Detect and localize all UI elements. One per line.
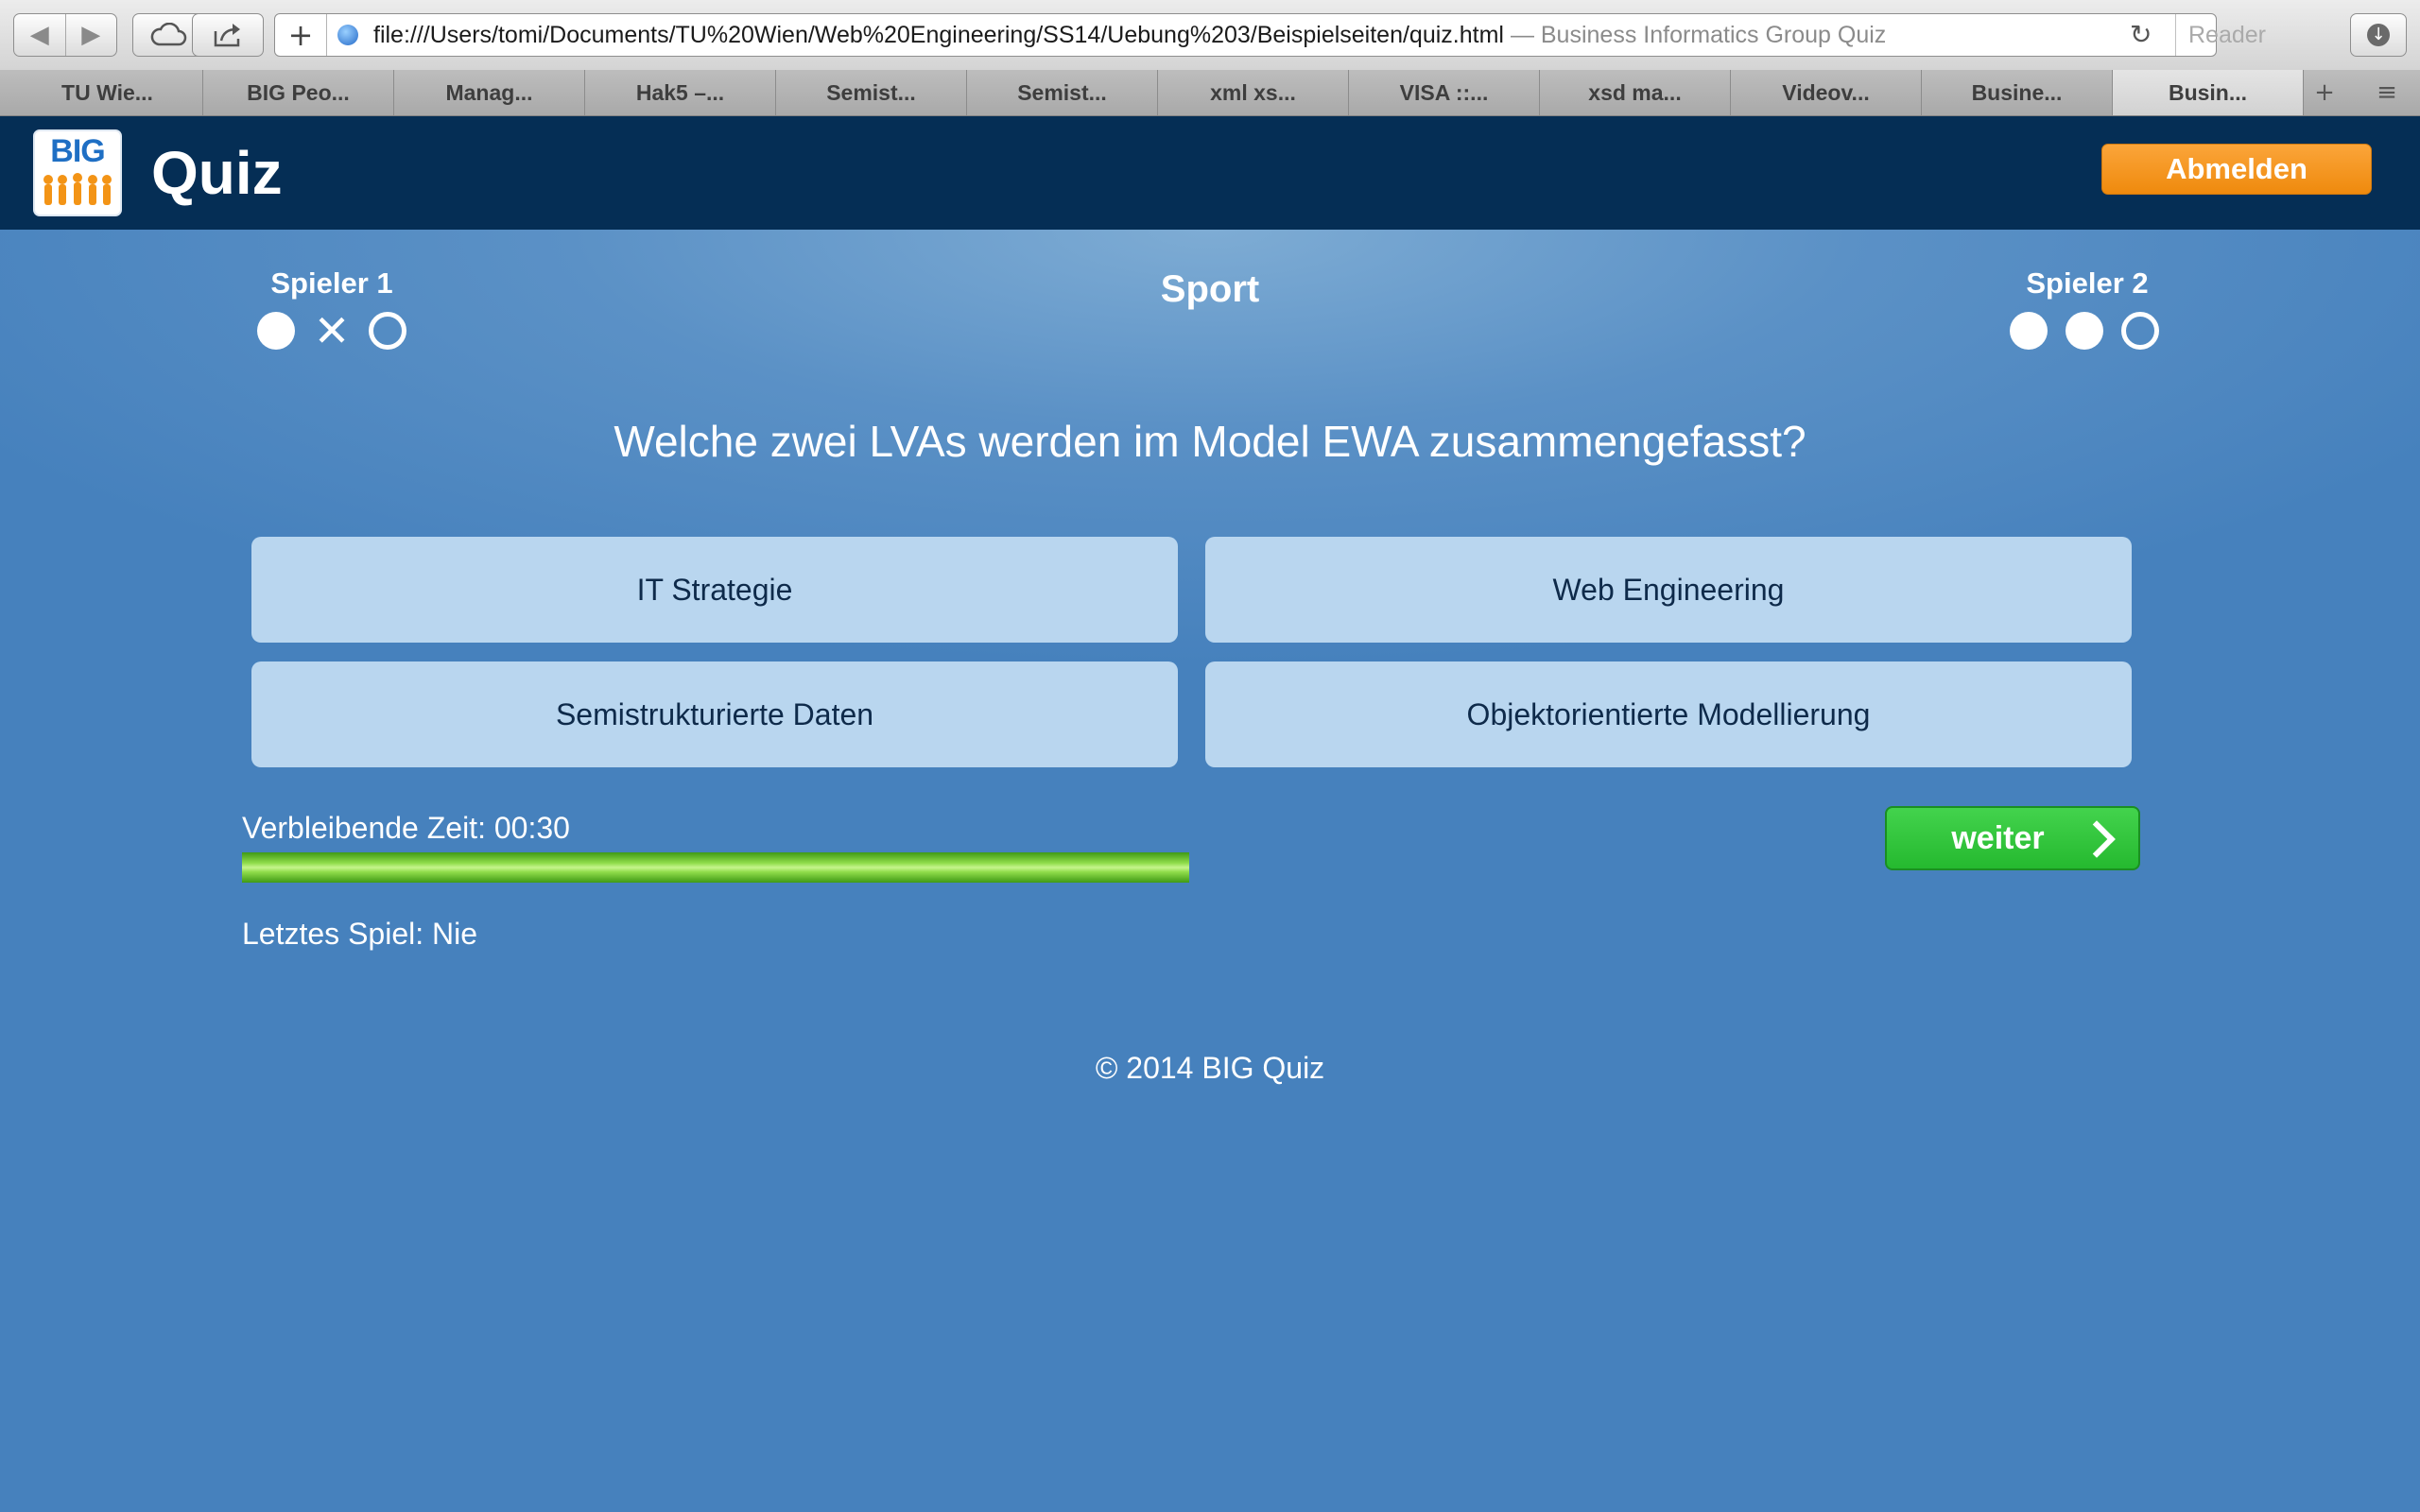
browser-tab[interactable]: Semist...	[967, 70, 1158, 115]
player2-label: Spieler 2	[2026, 266, 2149, 300]
footer-copyright: © 2014 BIG Quiz	[1095, 1051, 1325, 1085]
tab-bar: TU Wie... BIG Peo... Manag... Hak5 –... …	[0, 70, 2420, 116]
download-icon: ↓	[2367, 24, 2390, 46]
address-bar[interactable]: + file:///Users/tomi/Documents/TU%20Wien…	[274, 13, 2266, 57]
big-logo[interactable]: BIG	[33, 129, 122, 216]
back-arrow-icon[interactable]: ◀	[14, 14, 66, 56]
browser-toolbar: ◀ ▶ + file:///Users/tomi/Documents/TU%20…	[0, 0, 2420, 71]
result-circle-open	[369, 312, 406, 350]
browser-tab[interactable]: Hak5 –...	[585, 70, 776, 115]
tab-overview-icon[interactable]: ≡	[2361, 76, 2412, 110]
plus-icon[interactable]: +	[275, 14, 327, 56]
timer-progress-fill	[242, 852, 1189, 883]
download-button[interactable]: ↓	[2350, 13, 2407, 57]
url-value: file:///Users/tomi/Documents/TU%20Wien/W…	[373, 22, 1504, 48]
browser-tab[interactable]: VISA ::...	[1349, 70, 1540, 115]
browser-tab[interactable]: xsd ma...	[1540, 70, 1731, 115]
category-title: Sport	[1160, 268, 1260, 310]
browser-tab[interactable]: Videov...	[1731, 70, 1922, 115]
question-text: Welche zwei LVAs werden im Model EWA zus…	[614, 417, 1806, 466]
page-title-text: — Business Informatics Group Quiz	[1510, 22, 1887, 48]
browser-tab-active[interactable]: Busin...	[2113, 70, 2304, 115]
timer-label: Verbleibende Zeit: 00:30	[242, 811, 570, 845]
reload-icon[interactable]: ↻	[2130, 14, 2152, 56]
browser-tab[interactable]: Busine...	[1922, 70, 2113, 115]
next-label: weiter	[1951, 820, 2045, 856]
globe-icon	[337, 25, 358, 45]
answer-option[interactable]: Semistrukturierte Daten	[251, 662, 1178, 767]
result-cross-icon: ✕	[313, 305, 351, 356]
forward-arrow-icon[interactable]: ▶	[66, 14, 117, 56]
result-circle-open	[2121, 312, 2159, 350]
share-button[interactable]	[192, 13, 264, 57]
browser-tab[interactable]: Semist...	[776, 70, 967, 115]
app-title: Quiz	[151, 139, 283, 207]
browser-tab[interactable]: xml xs...	[1158, 70, 1349, 115]
logout-button[interactable]: Abmelden	[2101, 144, 2372, 195]
result-circle-filled	[2010, 312, 2048, 350]
browser-tab[interactable]: TU Wie...	[12, 70, 203, 115]
next-button[interactable]: weiter	[1885, 806, 2140, 870]
answer-option[interactable]: IT Strategie	[251, 537, 1178, 643]
app-header: BIG Quiz Abmelden	[0, 116, 2420, 230]
browser-tab[interactable]: BIG Peo...	[203, 70, 394, 115]
result-circle-filled	[2066, 312, 2103, 350]
reader-button[interactable]: Reader	[2175, 14, 2278, 56]
answer-option[interactable]: Objektorientierte Modellierung	[1205, 662, 2132, 767]
share-icon	[214, 24, 240, 47]
player1-results: ✕	[257, 305, 424, 356]
url-text[interactable]: file:///Users/tomi/Documents/TU%20Wien/W…	[373, 14, 1886, 56]
timer-progress-bar	[242, 852, 1189, 883]
result-circle-filled	[257, 312, 295, 350]
cloud-icon	[150, 23, 187, 46]
answer-option[interactable]: Web Engineering	[1205, 537, 2132, 643]
people-icon	[43, 173, 112, 205]
player2-results	[2010, 312, 2177, 352]
back-forward-buttons: ◀ ▶	[13, 13, 117, 57]
player1-label: Spieler 1	[270, 266, 393, 300]
logo-text: BIG	[50, 133, 105, 169]
browser-tab[interactable]: Manag...	[394, 70, 585, 115]
new-tab-icon[interactable]: +	[2299, 76, 2350, 110]
last-game-info: Letztes Spiel: Nie	[242, 917, 478, 951]
